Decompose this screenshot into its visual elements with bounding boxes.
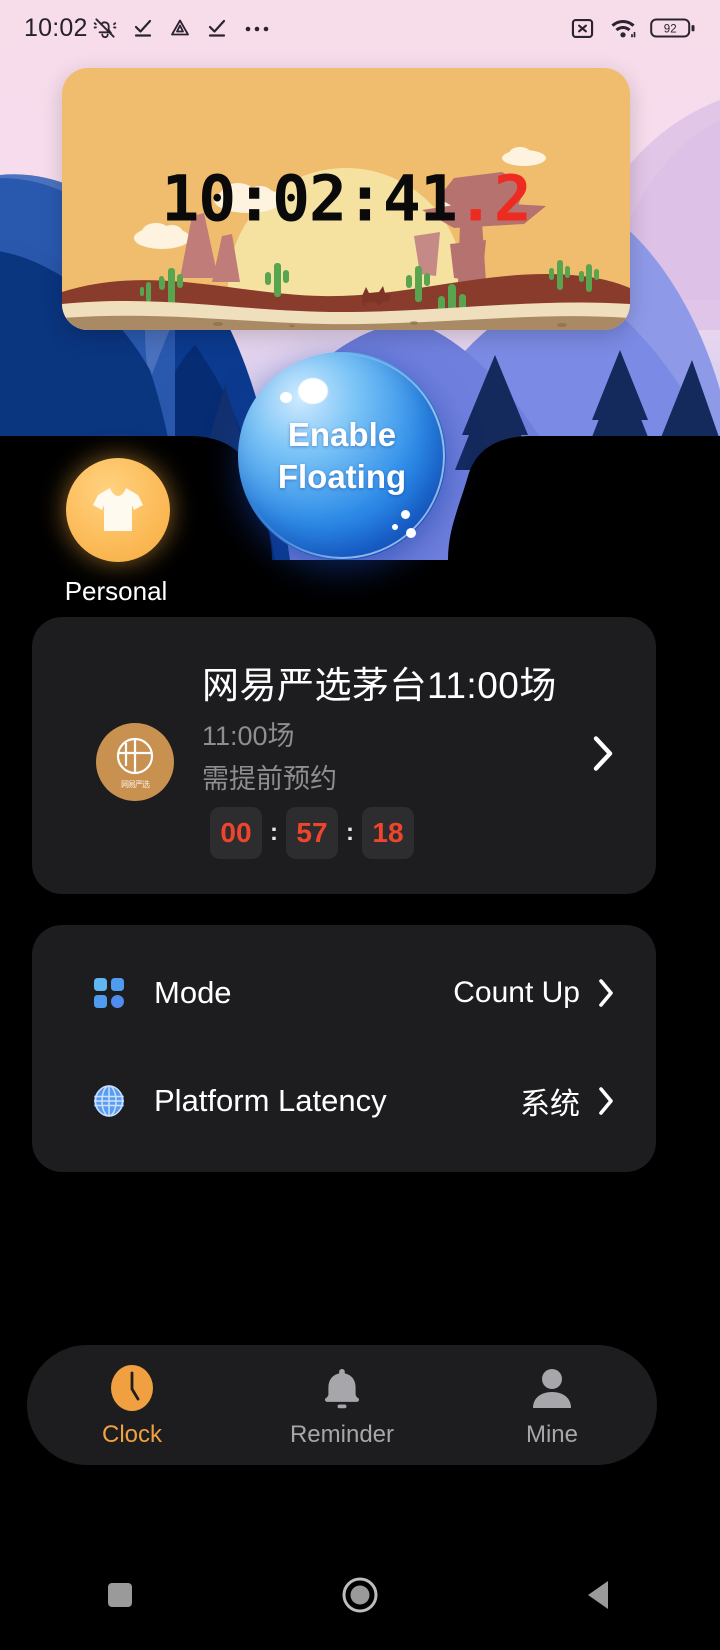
bubble-sparkle-2 xyxy=(392,524,398,530)
bubble-sparkle-3 xyxy=(406,528,416,538)
back-triangle-glyph xyxy=(588,1581,608,1609)
check-underline-icon xyxy=(134,19,151,37)
check-underline-icon xyxy=(208,19,225,37)
settings-value-mode: Count Up xyxy=(453,976,580,1009)
settings-label-platform-latency: Platform Latency xyxy=(154,1083,387,1118)
battery-icon: 92 xyxy=(650,15,696,41)
countdown-seconds: 18 xyxy=(362,807,414,859)
countdown-minutes: 57 xyxy=(286,807,338,859)
wifi-icon xyxy=(611,19,636,38)
status-bar: 10:02 92 xyxy=(0,0,720,56)
brand-logo-icon xyxy=(116,737,154,775)
sim-disabled-icon xyxy=(571,18,594,38)
recents-square-icon[interactable] xyxy=(60,1540,180,1650)
countdown-separator-1: : xyxy=(270,819,278,846)
battery-level-text: 92 xyxy=(664,23,677,35)
chevron-right-icon[interactable] xyxy=(596,977,616,1009)
recents-square-glyph xyxy=(108,1583,132,1607)
bell-muted-icon xyxy=(93,18,116,39)
personal-circle[interactable] xyxy=(66,458,170,562)
triangle-alert-icon xyxy=(170,19,189,36)
enable-floating-label: Enable Floating xyxy=(278,414,406,498)
chevron-right-icon[interactable] xyxy=(596,1085,616,1117)
countdown-hours: 00 xyxy=(210,807,262,859)
banner-clock-ms: .2 xyxy=(456,162,532,236)
more-dots-icon xyxy=(245,26,268,32)
banner-clock-main: 10:02:41 xyxy=(161,162,457,236)
chevron-right-glyph xyxy=(593,735,613,771)
enable-floating-button[interactable]: Enable Floating xyxy=(238,352,446,560)
bubble-sparkle-1 xyxy=(401,510,410,519)
status-time: 10:02 xyxy=(24,13,88,42)
status-right-icons: 92 xyxy=(569,15,696,42)
battery-shell-icon: 92 xyxy=(650,18,695,38)
event-subtitle-1: 11:00场 xyxy=(202,721,295,751)
event-avatar: 网易严选 xyxy=(96,723,174,801)
settings-row-platform-latency[interactable]: Platform Latency 系统 xyxy=(32,1071,656,1131)
bottom-tab-bar: Clock Reminder Mine xyxy=(27,1345,657,1465)
home-circle-glyph xyxy=(342,1577,378,1613)
globe-icon xyxy=(88,1080,130,1122)
tshirt-icon xyxy=(93,488,143,531)
back-triangle-icon[interactable] xyxy=(540,1540,660,1650)
globe-glyph xyxy=(94,1085,124,1117)
event-subtitle-2: 需提前预约 xyxy=(202,764,337,794)
grid-squares-glyph xyxy=(94,978,124,1008)
settings-value-platform-latency: 系统 xyxy=(520,1088,580,1121)
grid-squares-icon xyxy=(88,972,130,1014)
enable-floating-line2: Floating xyxy=(277,458,407,495)
chevron-right-glyph xyxy=(599,979,613,1007)
clock-icon xyxy=(111,1364,153,1411)
settings-row-mode[interactable]: Mode Count Up xyxy=(32,963,656,1023)
banner-clock: 10:02:41.2 xyxy=(62,168,630,231)
person-icon xyxy=(533,1368,571,1408)
settings-card: Mode Count Up Platform Latency 系统 xyxy=(32,925,656,1172)
event-countdown: 00 : 57 : 18 xyxy=(210,807,414,859)
countdown-separator-2: : xyxy=(346,819,354,846)
tab-label-mine: Mine xyxy=(525,1420,579,1448)
bubble-highlight-large xyxy=(298,378,328,404)
chevron-right-icon[interactable] xyxy=(590,733,616,778)
event-title: 网易严选茅台11:00场 xyxy=(202,665,557,706)
tab-reminder[interactable]: Reminder xyxy=(237,1362,447,1449)
tab-clock[interactable]: Clock xyxy=(27,1362,237,1449)
chevron-right-glyph xyxy=(599,1087,613,1115)
bubble-highlight-small xyxy=(280,392,292,403)
timer-banner[interactable]: 10:02:41.2 xyxy=(62,68,630,330)
bell-icon xyxy=(325,1368,359,1408)
event-card[interactable]: 网易严选 网易严选茅台11:00场 11:00场 需提前预约 00 : 57 :… xyxy=(32,617,656,894)
android-navigation-bar xyxy=(0,1540,720,1650)
tab-label-reminder: Reminder xyxy=(289,1420,395,1448)
home-circle-icon[interactable] xyxy=(300,1540,420,1650)
enable-floating-line1: Enable xyxy=(287,415,397,453)
personal-shortcut[interactable]: Personal xyxy=(65,458,171,607)
tab-mine[interactable]: Mine xyxy=(447,1362,657,1449)
status-left-icons xyxy=(92,15,272,41)
brand-text: 网易严选 xyxy=(121,780,150,789)
tab-label-clock: Clock xyxy=(101,1420,162,1448)
settings-label-mode: Mode xyxy=(154,975,232,1010)
personal-label: Personal xyxy=(64,576,168,606)
